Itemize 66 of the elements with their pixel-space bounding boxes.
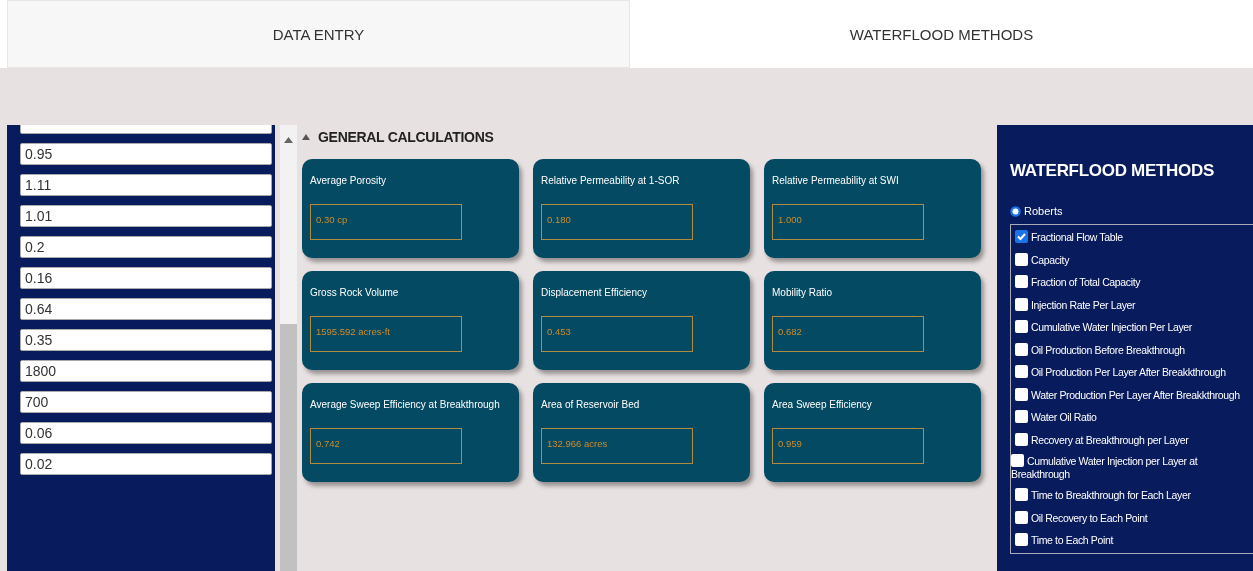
checkbox[interactable] — [1015, 510, 1028, 524]
value-field: 0.453 — [541, 316, 693, 352]
value-field: 132.966 acres — [541, 428, 693, 464]
input-field[interactable]: 0.16 — [20, 267, 272, 289]
input-field[interactable]: 0.02 — [20, 453, 272, 475]
checkbox[interactable] — [1015, 387, 1028, 401]
card-title: Area Sweep Efficiency — [772, 399, 873, 410]
radio-label[interactable]: Roberts — [1024, 205, 1063, 217]
checkbox[interactable] — [1015, 230, 1028, 243]
value-field: 1.000 — [772, 204, 924, 240]
input-field[interactable]: 1.11 — [20, 174, 272, 196]
checkbox-option[interactable]: Injection Rate Per Layer — [1011, 293, 1253, 316]
checkbox-option[interactable]: Time to Each Point — [1011, 529, 1253, 552]
input-field[interactable]: 0.95 — [20, 143, 272, 165]
section-title: GENERAL CALCULATIONS — [318, 129, 494, 145]
checkbox-option[interactable]: Fraction of Total Capacity — [1011, 271, 1253, 294]
card-title: Average Porosity — [310, 175, 387, 186]
checkbox[interactable] — [1015, 533, 1028, 546]
scrollbar[interactable] — [280, 125, 297, 571]
checkbox[interactable] — [1015, 365, 1028, 378]
checkbox-option[interactable]: Time to Breakthrough for Each Layer — [1011, 484, 1253, 507]
checkbox[interactable] — [1015, 342, 1028, 356]
checkbox[interactable] — [1011, 454, 1024, 467]
checkbox[interactable] — [1015, 432, 1028, 446]
card-title: Relative Permeability at SWI — [772, 175, 900, 186]
card-title: Relative Permeability at 1-SOR — [541, 175, 681, 186]
checkbox[interactable] — [1015, 275, 1028, 288]
checkbox-option[interactable]: Water Oil Ratio — [1011, 406, 1253, 429]
checkbox[interactable] — [1015, 410, 1028, 423]
card-title: Gross Rock Volume — [310, 287, 400, 298]
input-field[interactable]: 1.01 — [20, 205, 272, 227]
radio-button[interactable] — [1010, 205, 1021, 217]
caret-icon[interactable] — [302, 134, 310, 140]
value-field: 0.30 cp — [310, 204, 462, 240]
value-field: 0.742 — [310, 428, 462, 464]
input-field[interactable]: 1800 — [20, 360, 272, 382]
card-title: Average Sweep Efficiency at Breakthrough — [310, 399, 501, 410]
checkbox-option[interactable]: Fractional Flow Table — [1011, 226, 1253, 249]
value-field: 0.682 — [772, 316, 924, 352]
input-field[interactable]: 0.06 — [20, 422, 272, 444]
checkbox-option[interactable]: Cumulative Water Injection per Layer at Breakthrough — [1007, 451, 1253, 484]
checkbox[interactable] — [1015, 488, 1028, 501]
checkbox-option[interactable]: Recovery at Breakthrough per Layer — [1011, 428, 1253, 451]
scroll-up-icon[interactable] — [284, 137, 293, 143]
checkbox-option[interactable]: Water Production Per Layer After Breakkthrough — [1011, 383, 1253, 406]
checkbox-option[interactable]: Capacity — [1011, 248, 1253, 271]
card-title: Mobility Ratio — [772, 287, 834, 298]
value-field: 0.959 — [772, 428, 924, 464]
checkbox[interactable] — [1015, 252, 1028, 266]
input-field[interactable]: 0.64 — [20, 298, 272, 320]
checkbox[interactable] — [1015, 297, 1028, 311]
checkbox-option[interactable]: Oil Production Before Breakthrough — [1011, 338, 1253, 361]
panel-title: WATERFLOOD METHODS — [1010, 161, 1215, 181]
scroll-thumb[interactable] — [280, 324, 297, 571]
input-field[interactable]: 700 — [20, 391, 272, 413]
value-field: 0.180 — [541, 204, 693, 240]
card-title: Area of Reservoir Bed — [541, 399, 641, 410]
value-field: 1595.592 acres-ft — [310, 316, 462, 352]
checkbox-option[interactable]: Oil Recovery to Each Point — [1011, 506, 1253, 529]
checkbox-option[interactable]: Oil Production Per Layer After Breakkthrough — [1011, 361, 1253, 384]
checkbox-option[interactable]: Cumulative Water Injection Per Layer — [1011, 316, 1253, 339]
tab[interactable]: DATA ENTRY — [7, 0, 630, 68]
input-field[interactable]: 0.35 — [20, 329, 272, 351]
checkbox[interactable] — [1015, 320, 1028, 333]
card-title: Displacement Efficiency — [541, 287, 648, 298]
input-field[interactable]: 0.2 — [20, 236, 272, 258]
